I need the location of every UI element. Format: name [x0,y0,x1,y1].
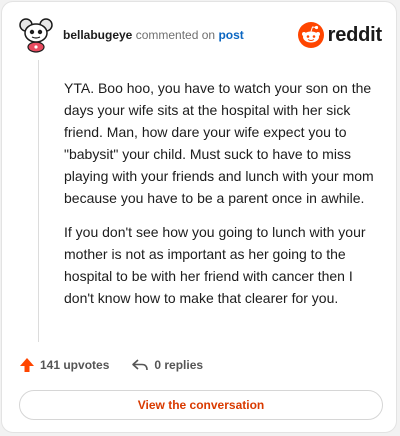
reddit-logo-icon [297,22,324,48]
upvote-button[interactable]: 141 upvotes [19,357,109,373]
reply-count: 0 replies [154,358,204,372]
upvote-arrow-icon [20,358,34,372]
thread-line [38,60,39,342]
action-text: commented on [135,28,216,42]
comment-body: YTA. Boo hoo, you have to watch your son… [64,77,382,321]
comment-header: bellabugeye commented on post reddit [19,17,382,53]
comment-paragraph: If you don't see how you going to lunch … [64,224,366,306]
snoo-avatar-icon[interactable] [19,17,53,53]
view-conversation-button[interactable]: View the conversation [19,390,383,420]
comment-embed-card: bellabugeye commented on post reddit YTA… [1,1,397,433]
username-link[interactable]: bellabugeye [63,28,132,42]
reply-button[interactable]: 0 replies [131,358,203,372]
reply-arrow-icon [132,359,149,371]
reddit-logo[interactable]: reddit [297,21,383,49]
post-link[interactable]: post [218,28,243,42]
comment-paragraph: YTA. Boo hoo, you have to watch your son… [64,80,374,206]
reddit-wordmark: reddit [327,23,383,46]
comment-attribution: bellabugeye commented on post [63,28,244,42]
upvote-count: 141 upvotes [40,358,110,372]
comment-actions: 141 upvotes 0 replies [19,355,225,375]
